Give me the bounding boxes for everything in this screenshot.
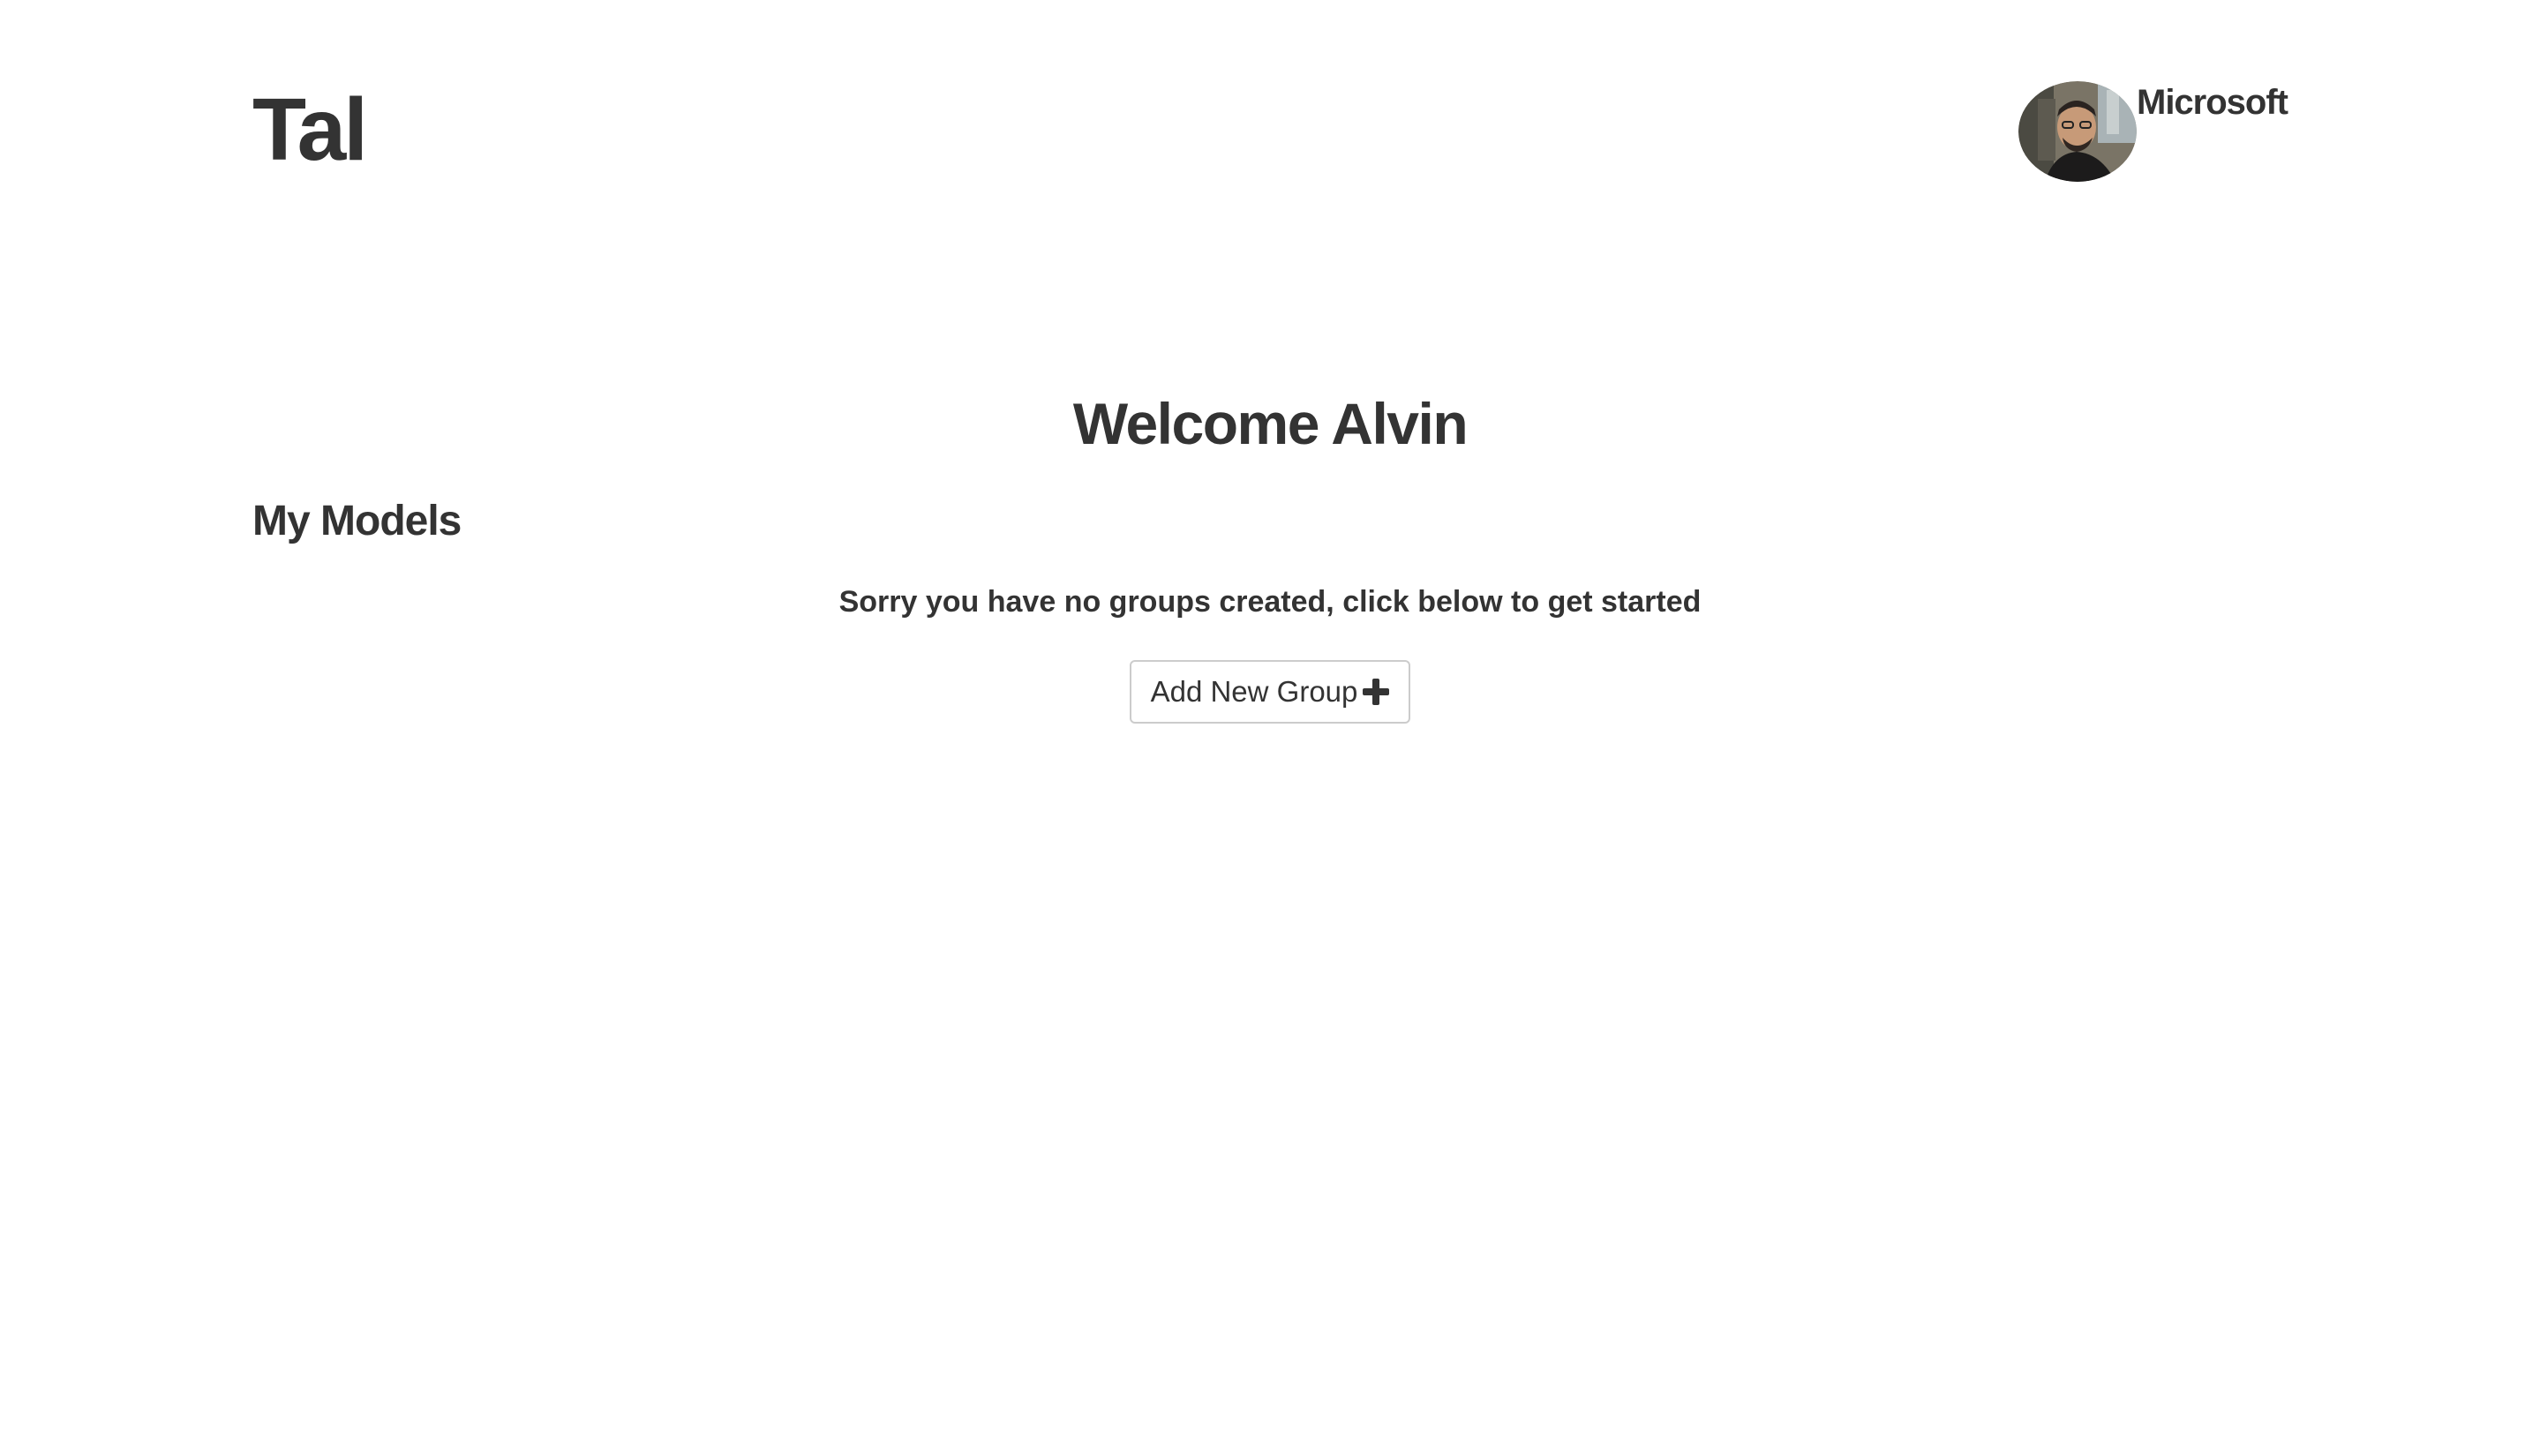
add-new-group-button[interactable]: Add New Group <box>1130 660 1410 724</box>
avatar[interactable] <box>2018 81 2137 182</box>
plus-icon <box>1363 679 1390 705</box>
brand-logo[interactable]: Tal <box>252 81 368 178</box>
welcome-heading: Welcome Alvin <box>1072 391 1469 456</box>
empty-state-message: Sorry you have no groups created, click … <box>838 585 1702 619</box>
account-menu[interactable]: Microsoft <box>2018 81 2288 182</box>
add-new-group-label: Add New Group <box>1150 675 1358 708</box>
header: Tal Microsoft <box>252 0 2288 203</box>
section-title-my-models: My Models <box>252 498 462 544</box>
org-name[interactable]: Microsoft <box>2137 81 2288 124</box>
page-container: Tal Microsoft Welcome Alvin My Models So… <box>252 0 2288 1456</box>
